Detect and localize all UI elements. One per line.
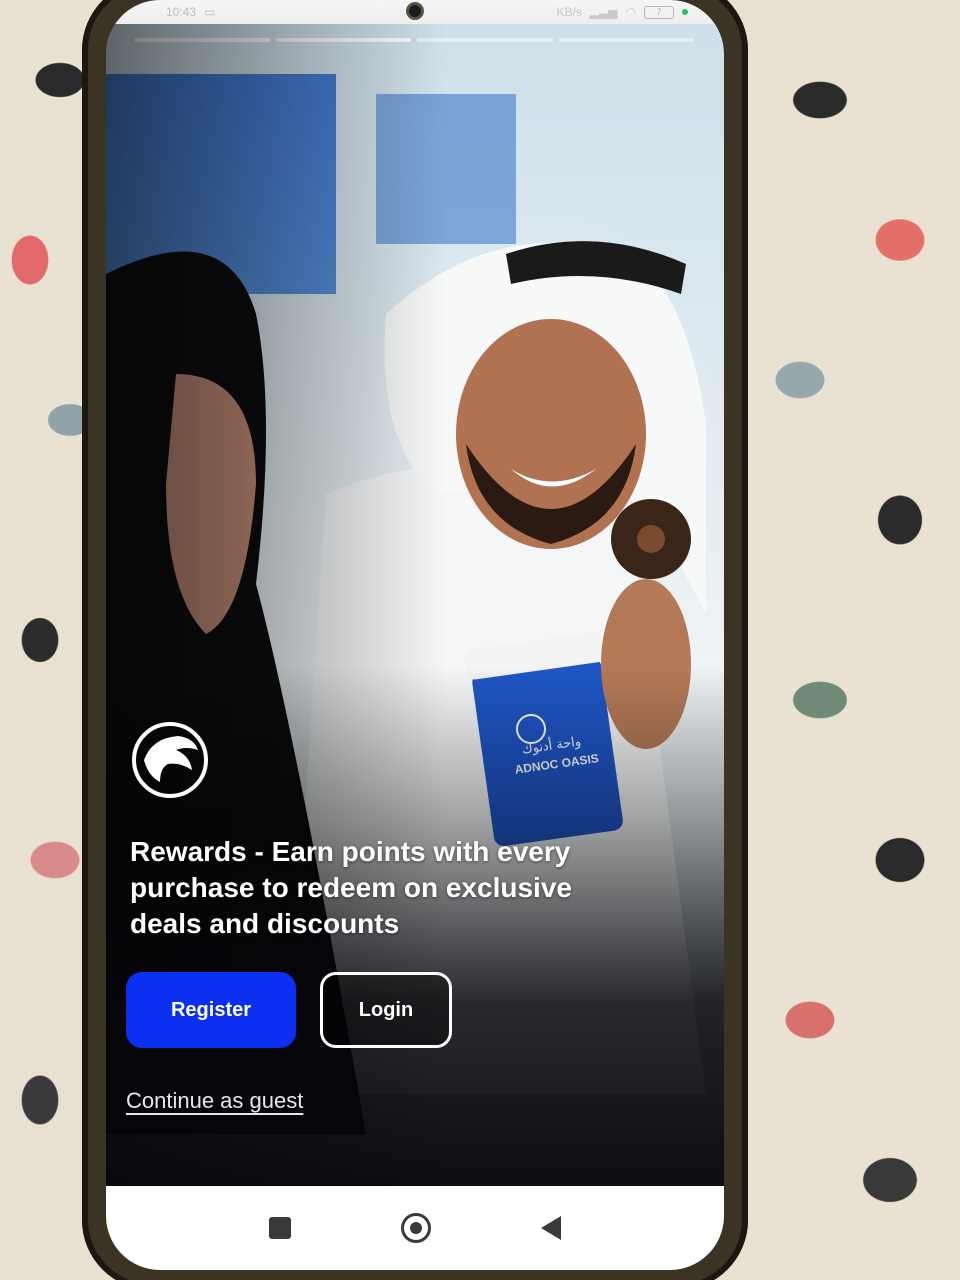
privacy-indicator-icon [682,9,688,15]
continue-as-guest-link[interactable]: Continue as guest [126,1088,303,1114]
status-bar: 10:43 ▭ KB/s ▂▃▅ ◠ 7 [106,0,724,24]
onboarding-headline: Rewards - Earn points with every purchas… [130,836,572,939]
login-button[interactable]: Login [320,972,452,1048]
login-button-label: Login [358,998,414,1021]
phone-frame: 10:43 ▭ KB/s ▂▃▅ ◠ 7 ADNOC OASIS واحة أد… [82,0,748,1280]
app-screen: 10:43 ▭ KB/s ▂▃▅ ◠ 7 ADNOC OASIS واحة أد… [106,0,724,1270]
system-navigation-bar [106,1186,724,1270]
home-circle-icon[interactable] [401,1213,431,1243]
status-time: 10:43 [166,5,197,19]
signal-icon: ▂▃▅ [589,5,618,19]
recent-apps-square-icon[interactable] [269,1217,291,1239]
battery-icon: 7 [644,5,674,19]
front-camera [406,2,424,20]
back-triangle-icon[interactable] [541,1216,561,1240]
adnoc-falcon-logo-icon [132,722,208,798]
notification-icon: ▭ [204,5,216,19]
register-button-label: Register [170,998,252,1021]
net-speed: KB/s [556,5,582,19]
progress-segment-4 [558,38,694,42]
register-button[interactable]: Register [126,972,296,1048]
wifi-icon: ◠ [625,5,636,19]
